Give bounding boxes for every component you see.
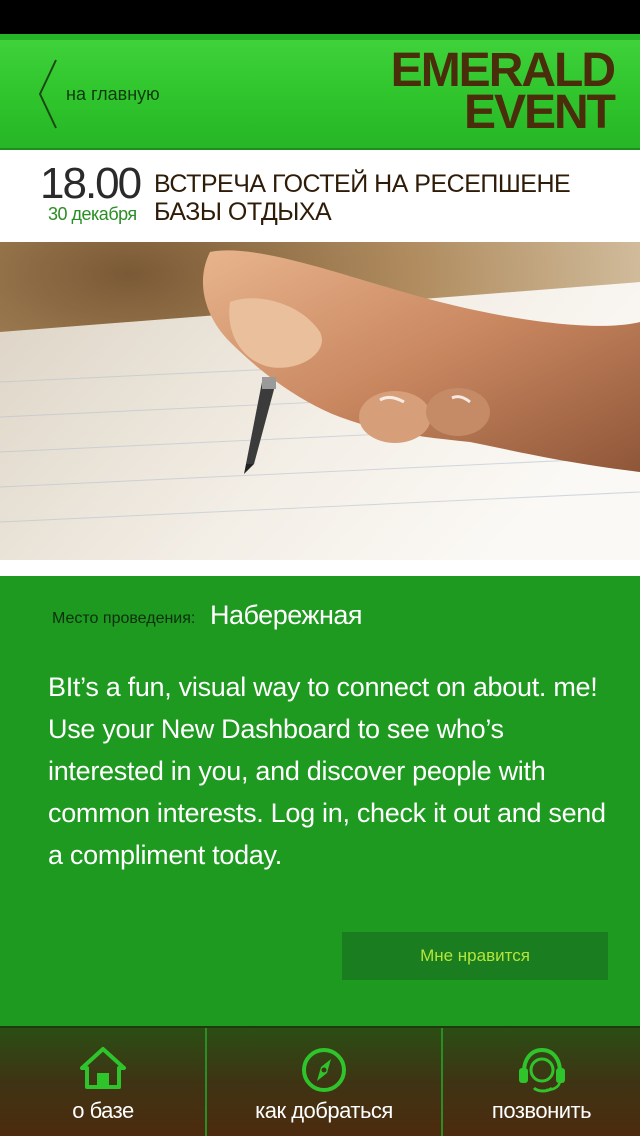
brand-line-2: EVENT: [463, 86, 616, 139]
event-time: 18.00: [40, 159, 142, 208]
event-date: 30 декабря: [48, 204, 137, 224]
compass-icon: [302, 1048, 346, 1092]
home-icon: [80, 1047, 126, 1089]
status-bar: [0, 0, 640, 34]
event-title: ВСТРЕЧА ГОСТЕЙ НА РЕСЕПШЕНЕ БАЗЫ ОТДЫХА: [154, 170, 571, 226]
venue-label: Место проведения:: [52, 610, 196, 627]
back-button[interactable]: на главную: [36, 58, 186, 130]
like-button[interactable]: Мне нравится: [342, 932, 608, 980]
chevron-left-icon: [38, 59, 57, 129]
event-photo: [0, 242, 640, 560]
tab-about-base[interactable]: о базе: [0, 1028, 206, 1136]
venue-value: Набережная: [210, 600, 363, 630]
event-description: BIt’s a fun, visual way to connect on ab…: [48, 672, 606, 870]
tab-label: как добраться: [255, 1098, 393, 1123]
tab-label: о базе: [72, 1098, 134, 1123]
back-label: на главную: [66, 84, 160, 104]
tab-bar: о базе как добраться позвонить: [0, 1026, 640, 1136]
app-screen: на главную EMERALD EVENT 18.00 30 декабр…: [0, 0, 640, 1136]
tab-label: позвонить: [491, 1098, 592, 1123]
headset-icon: [518, 1047, 565, 1093]
tab-call[interactable]: позвонить: [443, 1028, 640, 1136]
header: на главную EMERALD EVENT: [0, 34, 640, 150]
writing-hand-image: [0, 242, 640, 560]
event-details: Место проведения: Набережная BIt’s a fun…: [0, 576, 640, 1026]
brand-logo: EMERALD EVENT: [354, 47, 616, 139]
content-separator: [0, 560, 640, 576]
event-header: 18.00 30 декабря ВСТРЕЧА ГОСТЕЙ НА РЕСЕП…: [0, 150, 640, 242]
tab-directions[interactable]: как добраться: [207, 1028, 441, 1136]
